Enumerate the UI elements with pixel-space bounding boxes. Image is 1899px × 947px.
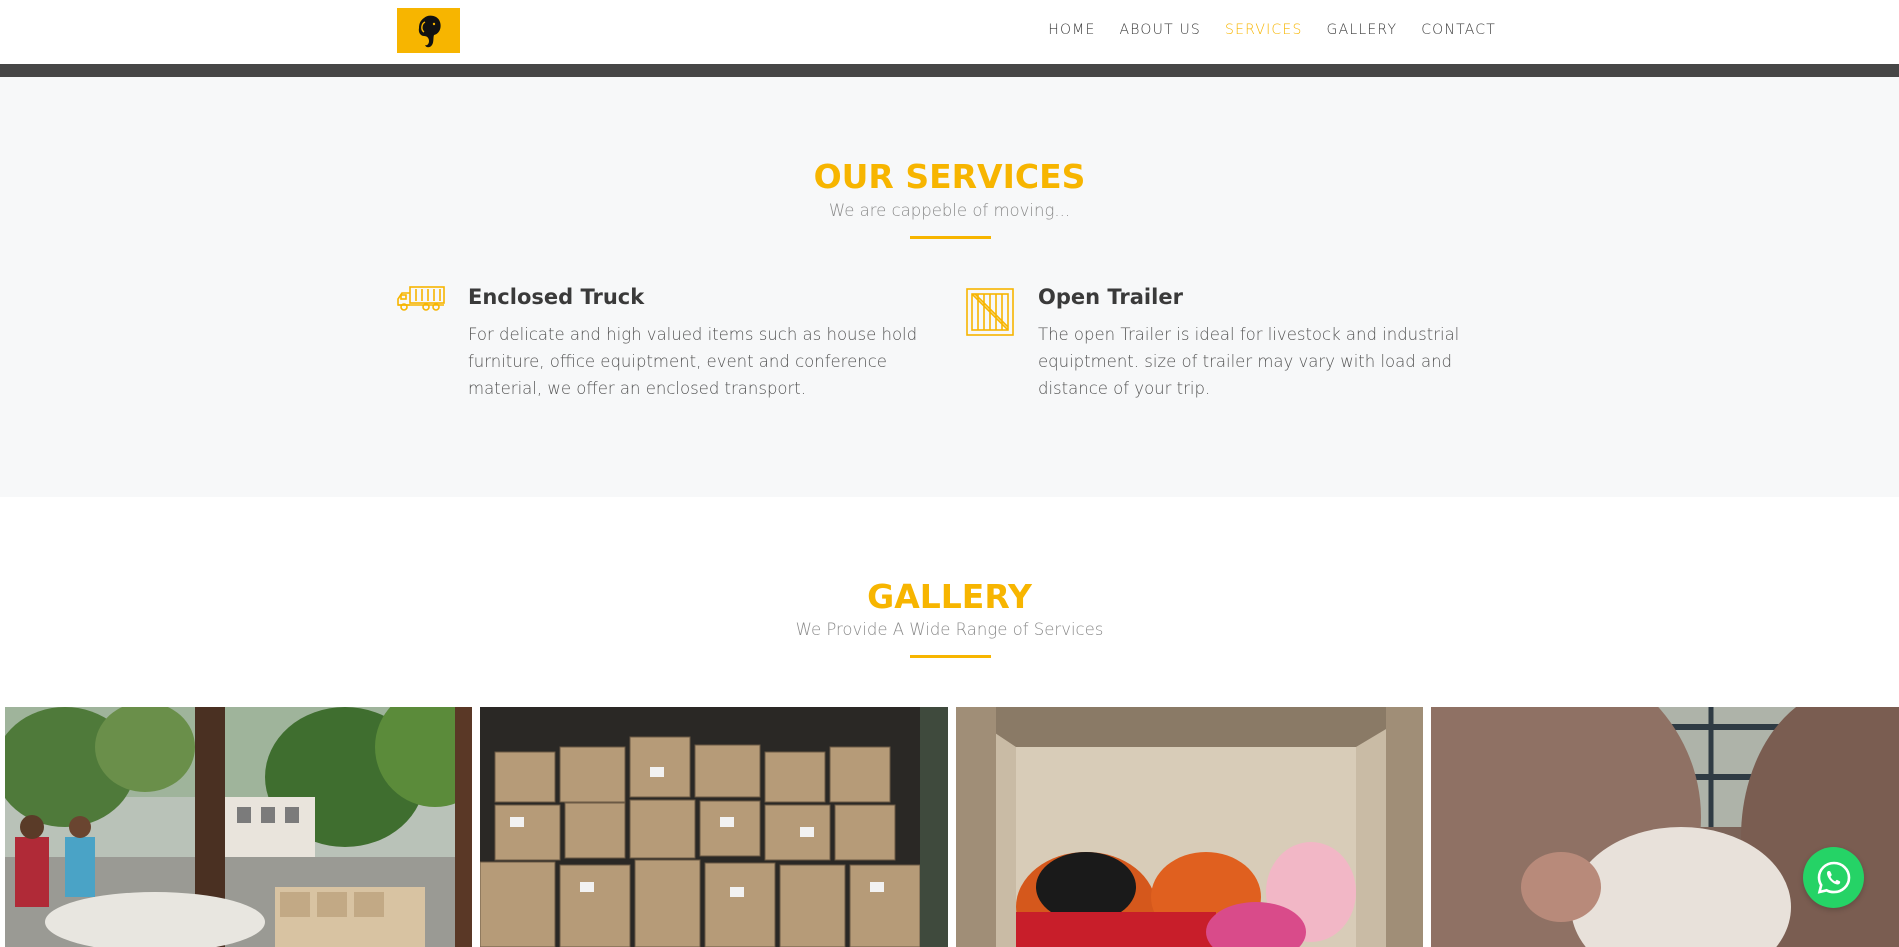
gallery-photo-livestock[interactable] [1431, 707, 1899, 947]
hero-bottom-strip [0, 64, 1899, 77]
service-description: For delicate and high valued items such … [468, 325, 918, 398]
photo-house-move-image [5, 707, 472, 947]
site-header: HOME ABOUT US SERVICES GALLERY CONTACT [0, 0, 1899, 64]
elephant-logo-icon [418, 15, 441, 47]
nav-home[interactable]: HOME [1048, 22, 1095, 38]
services-subtitle: We are cappeble of moving... [828, 201, 1071, 220]
gallery-title: GALLERY [867, 577, 1032, 616]
service-title: Open Trailer [1038, 285, 1183, 309]
site-logo[interactable] [397, 8, 460, 53]
gallery-grid [0, 707, 1899, 947]
whatsapp-icon [1817, 861, 1850, 894]
photo-boxes-image [480, 707, 948, 947]
whatsapp-chat-button[interactable] [1803, 847, 1864, 908]
service-title: Enclosed Truck [468, 285, 645, 309]
services-section: OUR SERVICES We are cappeble of moving..… [0, 77, 1899, 497]
services-title: OUR SERVICES [813, 157, 1086, 196]
services-title-underline [910, 236, 991, 239]
crate-icon [966, 288, 1014, 336]
nav-gallery[interactable]: GALLERY [1327, 22, 1398, 38]
gallery-subtitle: We Provide A Wide Range of Services [795, 620, 1104, 639]
photo-truck-load-image [956, 707, 1423, 947]
nav-contact[interactable]: CONTACT [1421, 22, 1496, 38]
nav-services[interactable]: SERVICES [1225, 22, 1303, 38]
gallery-photo-truck-load[interactable] [956, 707, 1423, 947]
service-description: The open Trailer is ideal for livestock … [1038, 325, 1460, 398]
gallery-photo-house-move[interactable] [5, 707, 472, 947]
nav-about-us[interactable]: ABOUT US [1120, 22, 1202, 38]
truck-icon [397, 286, 445, 311]
gallery-photo-boxes[interactable] [480, 707, 948, 947]
gallery-title-underline [910, 655, 991, 658]
main-nav: HOME ABOUT US SERVICES GALLERY CONTACT [1024, 22, 1496, 38]
photo-livestock-image [1431, 707, 1899, 947]
